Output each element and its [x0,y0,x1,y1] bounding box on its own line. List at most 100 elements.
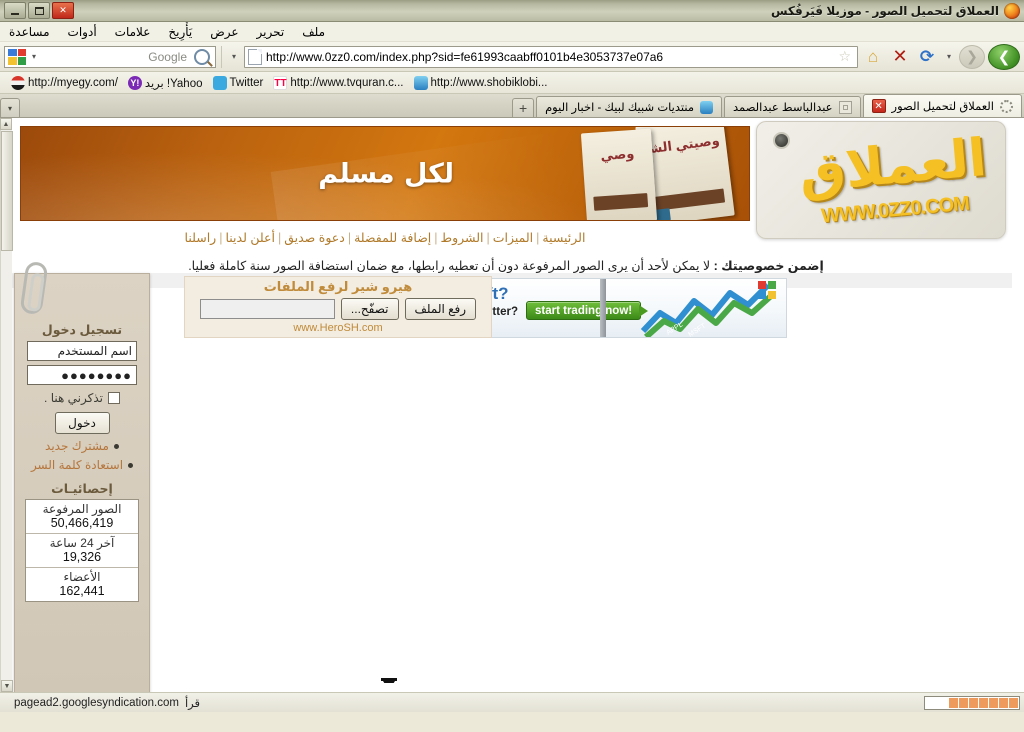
home-icon[interactable]: ⌂ [861,45,885,69]
bookmark-star-icon[interactable]: ☆ [835,48,854,65]
reload-icon[interactable]: ⟳ [915,45,939,69]
stat-value: 19,326 [62,550,102,564]
menu-item-view[interactable]: عرض [201,23,247,41]
ad-chart-graphic: APPL MSFT [638,279,786,337]
nav-link-home[interactable]: الرئيسية [542,231,585,245]
stat-row-members: الأعضاء 162,441 [26,568,138,601]
remember-me-row[interactable]: تذكرني هنا . [15,391,149,405]
window-title: العملاق لتحميل الصور - موزيلا فَيَرفُكس [770,3,999,18]
maximize-button[interactable] [28,2,50,19]
search-input[interactable]: Google [41,50,191,64]
scroll-down-button[interactable]: ▼ [1,680,13,692]
tab-alamlaq-upload[interactable]: العملاق لتحميل الصور ✕ [862,94,1022,117]
minimize-button[interactable] [4,2,26,19]
address-bar[interactable]: http://www.0zz0.com/index.php?sid=fe6199… [244,45,858,68]
search-box[interactable]: ▾ Google [4,45,216,68]
window-controls: ✕ [4,2,74,19]
search-engine-dropdown-icon[interactable]: ▾ [27,46,41,68]
menu-item-history[interactable]: يَأْرِيخ [159,23,201,41]
nav-sep: | [434,231,438,245]
nav-link-add-favorites[interactable]: إضافة للمفضلة [354,231,431,245]
upload-submit-button[interactable]: رفع الملف [404,298,477,320]
bookmark-shobiklobi[interactable]: http://www.shobiklobi... [409,75,553,91]
login-button[interactable]: دخول [54,412,110,434]
recover-password-link-row[interactable]: استعادة كلمة السر [15,458,149,472]
myegy-icon [11,75,25,90]
register-link-row[interactable]: مشترك جديد [15,439,149,453]
book-stripe [593,193,649,211]
bookmark-myegy[interactable]: http://myegy.com/ [6,75,123,91]
nav-link-contact[interactable]: راسلنا [185,231,217,245]
nav-link-advertise[interactable]: أعلن لدينا [225,231,275,245]
login-panel-title: تسجيل دخول [41,323,123,337]
loading-spinner-icon [1000,99,1013,113]
close-button[interactable]: ✕ [52,2,74,19]
back-button[interactable]: ❮ [959,44,985,69]
shobiklobi-icon [700,100,714,114]
list-all-tabs-button[interactable]: ▾ [0,98,20,117]
remember-me-label: تذكرني هنا . [44,391,103,405]
nav-link-invite-friend[interactable]: دعوة صديق [284,231,345,245]
site-logo[interactable]: العملاق WWW.0ZZ0.COM [756,121,1006,239]
scrollbar-thumb[interactable] [1,131,13,251]
login-sidebar-panel: تسجيل دخول اسم المستخدم ●●●●●●●● تذكرني … [14,260,150,692]
register-link[interactable]: مشترك جديد [45,439,109,453]
scroll-up-button[interactable]: ▲ [0,118,12,130]
username-field[interactable]: اسم المستخدم [27,341,137,361]
top-banner-ad[interactable]: وصيتي الشرعية وصي لكل مسلم [20,126,750,221]
bookmark-yahoo-mail[interactable]: Y! بريد !Yahoo [123,75,208,91]
site-nav-links: الرئيسية|الميزات|الشروط|إضافة للمفضلة|دع… [20,230,750,245]
forward-button[interactable]: ❯ [988,43,1020,70]
recover-password-link[interactable]: استعادة كلمة السر [31,458,123,472]
history-dropdown-icon[interactable]: ▾ [942,46,956,68]
bookmark-tvquran[interactable]: TT http://www.tvquran.c... [268,75,408,91]
search-icon [194,48,210,65]
browse-button[interactable]: تصفّح... [340,298,399,320]
file-path-input[interactable] [199,299,335,319]
url-dropdown-icon[interactable]: ▾ [227,46,241,68]
nav-sep: | [277,231,282,245]
window-title-bar[interactable]: العملاق لتحميل الصور - موزيلا فَيَرفُكس … [0,0,1024,22]
google-icon [7,48,27,66]
upload-title: هيرو شير لرفع الملفات [263,279,413,294]
upload-footer-url: www.HeroSH.com [293,322,383,334]
menu-item-file[interactable]: ملف [293,23,334,41]
hourglass-body [383,681,395,692]
tab-abdulbasit[interactable]: عبدالباسط عبدالصمد [724,96,861,117]
privacy-text: لا يمكن لأحد أن يرى الصور المرفوعة دون أ… [188,259,711,273]
nav-link-terms[interactable]: الشروط [441,231,484,245]
nav-link-features[interactable]: الميزات [493,231,533,245]
stats-title: إحصائيـات [51,482,113,496]
menu-item-tools[interactable]: أدوات [59,23,106,41]
menu-item-bookmarks[interactable]: علامات [106,23,160,41]
vertical-scrollbar[interactable]: ▲ ▼ [0,118,13,692]
bookmark-label: بريد !Yahoo [144,77,203,90]
menu-item-help[interactable]: مساعدة [0,23,59,41]
new-tab-button[interactable]: + [512,98,535,117]
yahoo-icon: Y! [127,75,142,90]
toolbar-divider [221,45,222,68]
tab-label: منتديات شبيك لبيك - اخبار اليوم [545,102,695,114]
hourglass-top [381,678,397,681]
status-bar: قرأ pagead2.googlesyndication.com [0,692,1024,712]
stat-value: 50,466,419 [50,516,114,530]
upload-widget: هيرو شير لرفع الملفات رفع الملف تصفّح...… [184,276,492,338]
bookmark-label: Twitter [229,76,264,89]
stat-row-last-24h: آخر 24 ساعة 19,326 [26,534,138,568]
bookmark-twitter[interactable]: Twitter [208,75,269,91]
bullet-icon [128,462,134,468]
password-field[interactable]: ●●●●●●●● [27,365,137,385]
progress-indicator [924,695,1020,710]
stat-label: الصور المرفوعة [42,502,122,516]
book-title-1: وصيتي الشرعية [643,132,721,160]
tab-shobiklobi-forums[interactable]: منتديات شبيك لبيك - اخبار اليوم [536,96,723,117]
stock-chart-icon: APPL MSFT [640,281,776,337]
menu-bar: ملف تحرير عرض يَأْرِيخ علامات أدوات مساع… [0,22,1024,42]
browser-viewport: العملاق WWW.0ZZ0.COM وصيتي الشرعية وصي ل… [0,118,1024,692]
tab-close-icon[interactable]: ✕ [871,99,886,113]
remember-me-checkbox[interactable] [107,392,120,404]
ad-cta-button[interactable]: start trading now! [526,301,649,320]
stop-glyph: ✕ [892,46,908,66]
stop-icon[interactable]: ✕ [888,45,912,69]
menu-item-edit[interactable]: تحرير [248,23,294,41]
